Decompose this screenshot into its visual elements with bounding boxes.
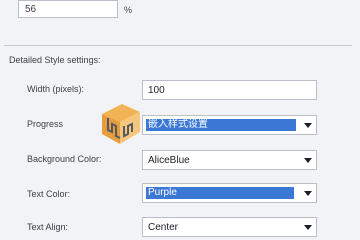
progress-value: 嵌入样式设置 bbox=[148, 119, 208, 130]
text-color-select[interactable]: Purple bbox=[142, 183, 317, 203]
text-color-value: Purple bbox=[148, 187, 177, 198]
progress-style-select[interactable]: 嵌入样式设置 bbox=[142, 115, 317, 135]
progress-selected-option: 嵌入样式设置 bbox=[146, 119, 296, 131]
percent-unit-label: % bbox=[124, 5, 133, 15]
background-color-value: AliceBlue bbox=[148, 155, 190, 166]
logo-watermark-icon bbox=[102, 104, 140, 144]
text-color-selected-option: Purple bbox=[146, 187, 294, 199]
percentage-value: 56 bbox=[25, 4, 37, 15]
width-value: 100 bbox=[148, 85, 165, 96]
text-align-label: Text Align: bbox=[27, 222, 69, 232]
chevron-down-icon[interactable] bbox=[304, 225, 312, 230]
percentage-input[interactable]: 56 bbox=[18, 0, 118, 18]
width-label: Width (pixels): bbox=[27, 84, 85, 94]
text-align-value: Center bbox=[148, 222, 179, 233]
chevron-down-icon[interactable] bbox=[304, 123, 312, 128]
section-title: Detailed Style settings: bbox=[9, 55, 101, 65]
section-divider bbox=[4, 45, 352, 46]
text-color-label: Text Color: bbox=[27, 189, 71, 199]
text-align-select[interactable]: Center bbox=[142, 217, 317, 237]
width-input[interactable]: 100 bbox=[142, 80, 317, 100]
progress-label: Progress bbox=[27, 119, 64, 129]
style-settings-panel: 56 % Detailed Style settings: Width (pix… bbox=[0, 0, 360, 240]
chevron-down-icon[interactable] bbox=[304, 158, 312, 163]
background-color-label: Background Color: bbox=[27, 154, 102, 164]
background-color-select[interactable]: AliceBlue bbox=[142, 150, 317, 170]
chevron-down-icon[interactable] bbox=[304, 191, 312, 196]
